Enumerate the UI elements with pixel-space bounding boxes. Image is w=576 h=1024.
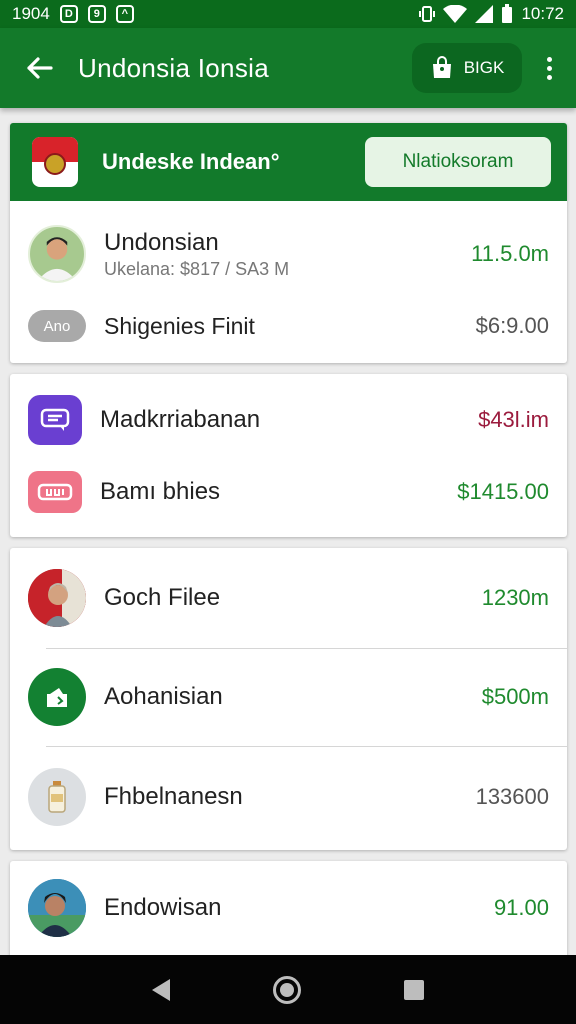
status-time-right: 10:72	[521, 4, 564, 23]
badge: Ano	[28, 310, 86, 342]
list-item[interactable]: Aohanisian $500m	[10, 648, 567, 746]
wifi-icon	[443, 5, 468, 23]
more-vert-icon[interactable]	[522, 28, 576, 108]
shopping-bag-icon	[432, 56, 451, 78]
page-title: Undonsia Ionsia	[78, 52, 269, 83]
list-item[interactable]: Ano Shigenies Finit $6:9.00	[10, 301, 567, 351]
item-label: Madkrriabanan	[100, 406, 261, 433]
item-label: Aohanisian	[104, 683, 223, 710]
avatar	[28, 569, 86, 627]
list-item[interactable]: Goch Filee 1230m	[10, 548, 567, 648]
back-arrow-icon	[27, 57, 53, 79]
flag-icon	[32, 137, 78, 187]
amount: 11.5.0m	[471, 241, 549, 266]
notification-icon: 9	[87, 5, 106, 23]
nav-home-icon[interactable]	[272, 975, 301, 1004]
chat-icon	[28, 395, 82, 445]
person-subtitle: Ukelana: $817 / SA3 M	[104, 258, 290, 279]
shop-button-label: BIGK	[463, 58, 505, 77]
avatar	[28, 879, 86, 937]
nav-back-icon[interactable]	[151, 978, 170, 1001]
signal-icon	[475, 5, 494, 23]
account-card: Undeske Indean° Nlatioksoram Undonsian U…	[10, 123, 567, 363]
system-nav-bar	[0, 955, 576, 1024]
amount: $6:9.00	[475, 313, 549, 338]
amount: $43l.im	[478, 407, 549, 432]
status-time-left: 1904	[12, 4, 50, 23]
notification-icon: ^	[115, 5, 134, 23]
avatar	[28, 225, 86, 283]
amount: 1230m	[481, 585, 549, 610]
wallet-icon	[28, 668, 86, 726]
back-button[interactable]	[0, 28, 78, 108]
shop-button[interactable]: BIGK	[412, 43, 522, 93]
amount: $500m	[481, 684, 549, 709]
list-item[interactable]: Madkrriabanan $43l.im	[10, 374, 567, 460]
ticket-icon	[28, 471, 82, 513]
payments-card: Goch Filee 1230m Aohanisian $500m Fhbeln…	[10, 548, 567, 850]
amount: 91.00	[493, 895, 549, 920]
item-label: Fhbelnanesn	[104, 783, 243, 810]
battery-icon	[502, 4, 513, 23]
amount: $1415.00	[457, 479, 549, 504]
app-bar: Undonsia Ionsia BIGK	[0, 28, 576, 108]
contact-card: Endowisan 91.00	[10, 861, 567, 961]
item-label: Shigenies Finit	[104, 312, 255, 339]
person-name: Undonsian	[104, 228, 219, 256]
notification-icon: D	[59, 5, 78, 23]
item-label: Endowisan	[104, 894, 222, 921]
card-header-title: Undeske Indean°	[102, 149, 280, 174]
vibrate-icon	[419, 6, 436, 22]
list-item[interactable]: Fhbelnanesn 133600	[10, 746, 567, 848]
list-item[interactable]: Bamı bhies $1415.00	[10, 460, 567, 524]
transactions-card: Madkrriabanan $43l.im Bamı bhies $1415.0…	[10, 374, 567, 537]
card-header: Undeske Indean° Nlatioksoram	[10, 123, 567, 201]
bottle-icon	[28, 768, 86, 826]
status-bar: 1904 D 9 ^ 10:72	[0, 0, 576, 28]
list-item[interactable]: Undonsian Ukelana: $817 / SA3 M 11.5.0m	[10, 201, 567, 307]
nav-recent-icon[interactable]	[404, 979, 425, 1000]
list-item[interactable]: Endowisan 91.00	[10, 861, 567, 955]
header-action-button[interactable]: Nlatioksoram	[365, 137, 551, 187]
item-label: Bamı bhies	[100, 478, 221, 505]
item-label: Goch Filee	[104, 584, 221, 611]
amount: 133600	[475, 784, 549, 809]
